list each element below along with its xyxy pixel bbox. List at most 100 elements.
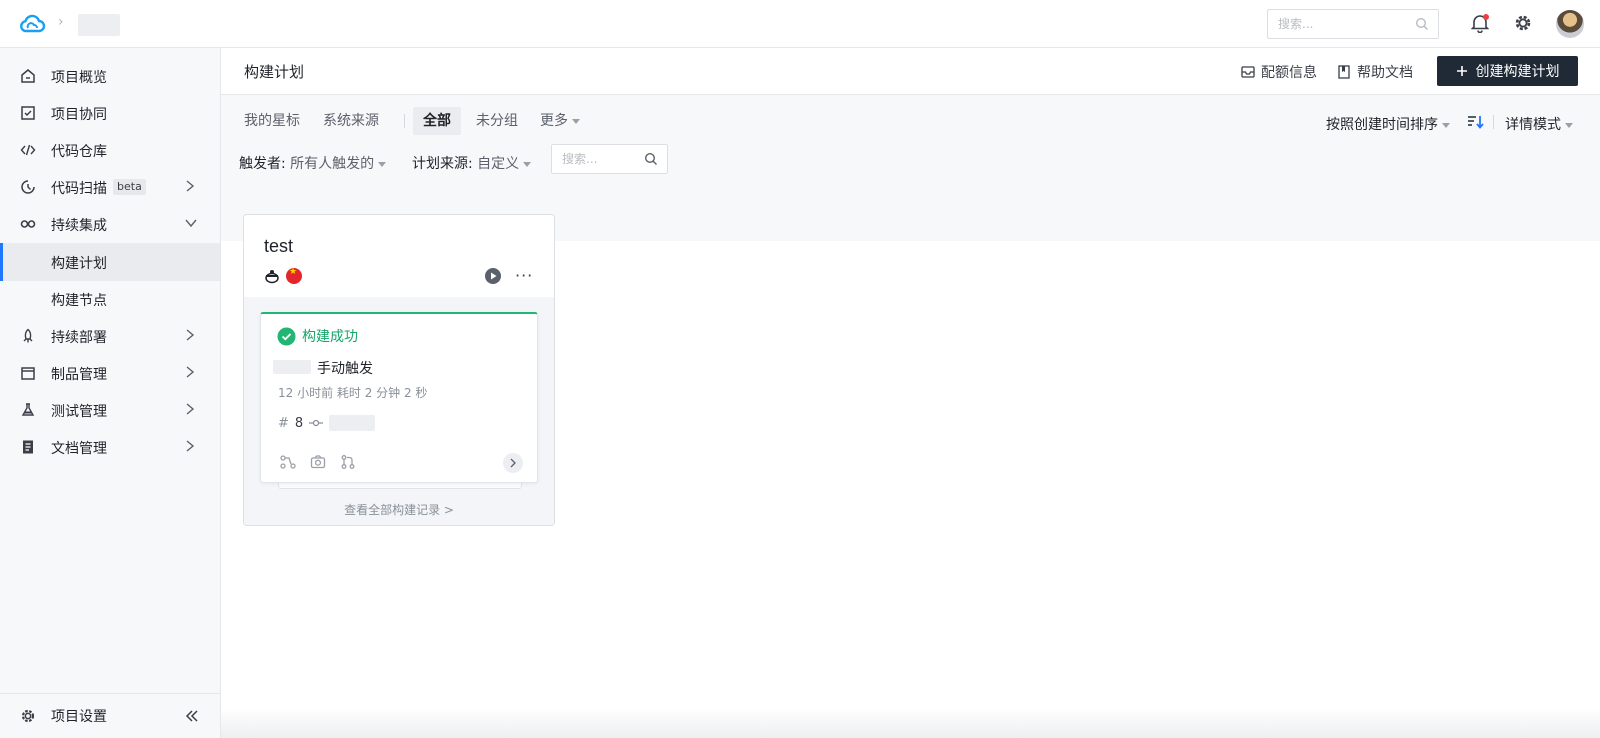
sidebar-item-code-scan[interactable]: 代码扫描 beta <box>0 168 220 206</box>
sidebar-footer: 项目设置 <box>0 693 220 738</box>
sidebar-item-collaboration[interactable]: 项目协同 <box>0 94 220 132</box>
sidebar-item-label: 代码扫描 <box>51 181 107 197</box>
sidebar-item-artifacts[interactable]: 制品管理 <box>0 354 220 392</box>
gear-icon <box>21 709 35 723</box>
china-flag-icon <box>286 267 302 284</box>
view-mode-label: 详情模式 <box>1505 117 1561 133</box>
more-options-icon[interactable]: ··· <box>515 266 533 285</box>
flask-icon <box>21 403 35 416</box>
tab-all[interactable]: 全部 <box>413 107 461 135</box>
caret-down-icon <box>1565 122 1573 128</box>
build-actions <box>280 454 356 470</box>
build-trigger: 手动触发 <box>317 361 373 377</box>
sidebar-item-label: 代码仓库 <box>51 144 107 160</box>
sidebar-item-repository[interactable]: 代码仓库 <box>0 131 220 169</box>
book-icon <box>1338 65 1350 79</box>
create-build-plan-label: 创建构建计划 <box>1475 64 1560 80</box>
gear-icon[interactable] <box>1513 13 1533 33</box>
pipeline-icon[interactable] <box>280 454 296 470</box>
tab-more[interactable]: 更多 <box>530 107 590 135</box>
plan-search-input[interactable] <box>552 145 640 173</box>
build-status: 构建成功 <box>277 326 358 346</box>
page-header: 构建计划 配额信息 帮助文档 创建构建计划 <box>221 48 1600 95</box>
latest-build-card[interactable]: 构建成功 手动触发 12 小时前 耗时 2 分钟 2 秒 # 8 <box>260 312 538 483</box>
inbox-icon <box>1241 66 1255 78</box>
create-build-plan-button[interactable]: 创建构建计划 <box>1437 56 1578 86</box>
global-search-input[interactable] <box>1268 10 1408 38</box>
source-filter[interactable]: 计划来源: 自定义 <box>412 153 532 173</box>
code-icon <box>20 144 36 156</box>
merge-request-icon[interactable] <box>340 454 356 470</box>
sort-order-icon[interactable] <box>1467 114 1485 130</box>
help-docs-label: 帮助文档 <box>1357 65 1413 81</box>
main-content: 构建计划 配额信息 帮助文档 创建构建计划 我的星标 系统来源 全部 未分组 更… <box>221 48 1600 738</box>
plan-source-icons <box>264 267 302 284</box>
build-number-row: # 8 <box>278 415 376 431</box>
view-all-builds-link[interactable]: 查看全部构建记录 > <box>244 501 554 518</box>
sort-dropdown[interactable]: 按照创建时间排序 <box>1326 114 1450 134</box>
card-body: 构建成功 手动触发 12 小时前 耗时 2 分钟 2 秒 # 8 查看全部构建记… <box>244 297 554 525</box>
tab-more-label: 更多 <box>540 113 568 129</box>
doc-icon <box>23 440 33 454</box>
collapse-sidebar-icon[interactable] <box>184 708 200 724</box>
plus-icon <box>1456 66 1467 76</box>
notification-dot <box>1483 14 1489 20</box>
card-header: test ··· <box>244 215 554 297</box>
caret-down-icon <box>1442 122 1450 128</box>
chevron-right-icon <box>510 458 516 468</box>
sidebar-item-label: 持续部署 <box>51 330 107 346</box>
source-filter-key: 计划来源: <box>412 156 473 172</box>
search-icon <box>1415 17 1428 30</box>
sidebar-item-testing[interactable]: 测试管理 <box>0 391 220 429</box>
sidebar-item-ci[interactable]: 持续集成 <box>0 205 220 243</box>
avatar[interactable] <box>1556 10 1584 38</box>
quota-info-label: 配额信息 <box>1261 65 1317 81</box>
sidebar-item-label: 项目协同 <box>51 107 107 123</box>
sidebar-item-docs[interactable]: 文档管理 <box>0 428 220 466</box>
sort-label: 按照创建时间排序 <box>1326 117 1438 133</box>
sidebar-item-label: 构建计划 <box>51 256 107 272</box>
inbox-check-icon <box>21 106 35 120</box>
sidebar-item-build-nodes[interactable]: 构建节点 <box>0 280 220 318</box>
beta-badge: beta <box>113 179 146 195</box>
sidebar-item-cd[interactable]: 持续部署 <box>0 317 220 355</box>
tab-ungrouped[interactable]: 未分组 <box>466 107 528 135</box>
mode-divider <box>1493 115 1494 129</box>
view-mode-dropdown[interactable]: 详情模式 <box>1505 114 1573 134</box>
camera-icon[interactable] <box>310 454 326 470</box>
rocket-icon <box>23 328 33 343</box>
hash-icon: # <box>278 415 289 431</box>
trigger-user <box>273 360 311 374</box>
build-number: 8 <box>294 415 304 431</box>
project-settings-link[interactable]: 项目设置 <box>51 706 107 726</box>
commit-id[interactable] <box>329 415 376 431</box>
build-details-button[interactable] <box>503 453 523 473</box>
search-icon <box>644 152 657 165</box>
sidebar-item-build-plans[interactable]: 构建计划 <box>0 243 220 281</box>
trigger-filter-value: 所有人触发的 <box>290 156 375 172</box>
top-bar: › <box>0 0 1600 48</box>
trigger-filter[interactable]: 触发者: 所有人触发的 <box>239 153 387 173</box>
sidebar-item-overview[interactable]: 项目概览 <box>0 57 220 95</box>
run-build-icon[interactable] <box>484 267 502 285</box>
help-docs-link[interactable]: 帮助文档 <box>1337 62 1413 82</box>
home-icon <box>21 69 35 83</box>
cloud-logo-icon[interactable] <box>18 12 46 36</box>
quota-info-link[interactable]: 配额信息 <box>1241 62 1317 82</box>
package-icon <box>21 367 35 380</box>
trigger-filter-key: 触发者: <box>239 156 286 172</box>
sidebar-item-label: 测试管理 <box>51 404 107 420</box>
build-plan-card[interactable]: test ··· 构建成功 手动触发 12 小时前 耗时 2 分钟 2 秒 # <box>243 214 555 526</box>
tab-starred[interactable]: 我的星标 <box>234 107 310 135</box>
caret-down-icon <box>378 161 387 167</box>
tab-system-source[interactable]: 系统来源 <box>313 107 389 135</box>
project-breadcrumb[interactable] <box>78 14 120 36</box>
chevron-right-icon <box>186 366 195 378</box>
plan-name[interactable]: test <box>264 236 293 257</box>
global-search[interactable] <box>1267 9 1439 39</box>
chevron-right-icon <box>186 329 195 341</box>
chevron-right-icon <box>186 403 195 415</box>
chevron-right-icon: › <box>58 14 64 30</box>
chevron-right-icon <box>186 440 195 452</box>
plan-search[interactable] <box>551 144 668 174</box>
